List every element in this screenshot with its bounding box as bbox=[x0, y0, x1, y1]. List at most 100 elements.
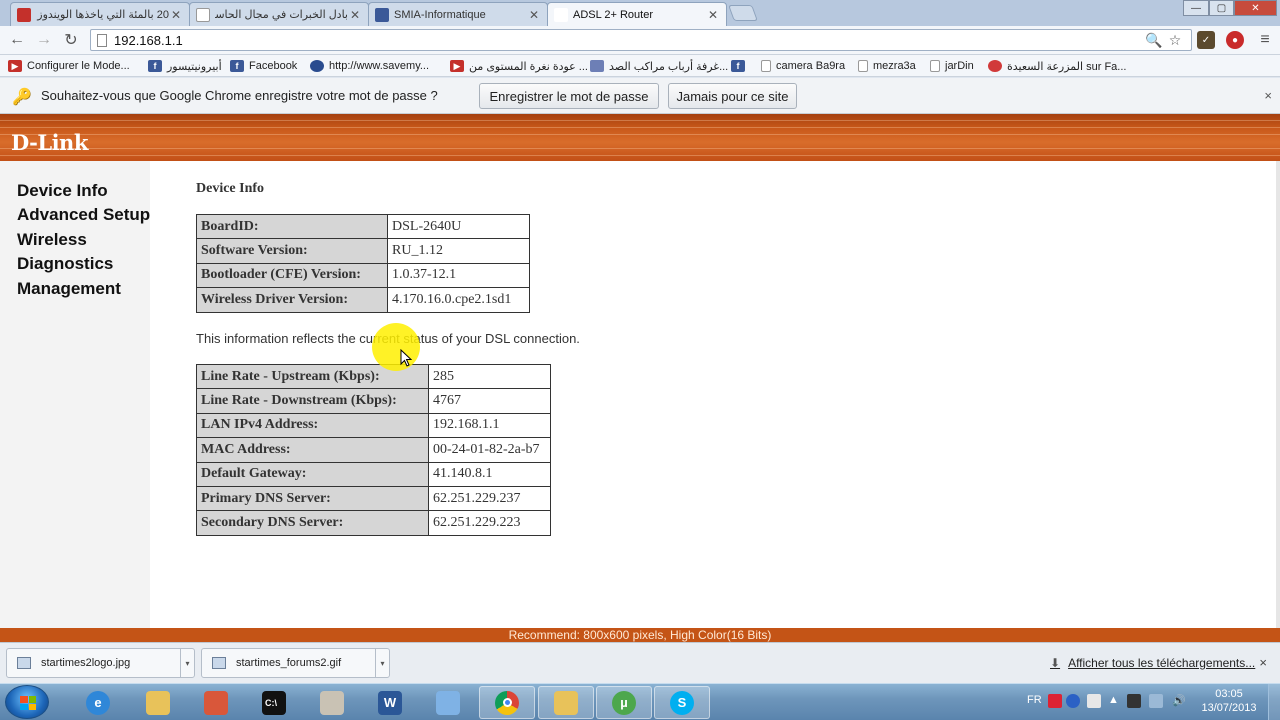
download-icon: ⬇ bbox=[1050, 656, 1061, 670]
nav-advanced-setup[interactable]: Advanced Setup bbox=[17, 205, 150, 225]
bookmark-item[interactable]: mezra3a bbox=[858, 58, 916, 74]
forward-button[interactable]: → bbox=[34, 30, 54, 50]
nav-management[interactable]: Management bbox=[17, 279, 121, 299]
language-indicator[interactable]: FR bbox=[1027, 694, 1042, 706]
tray-app-icon[interactable] bbox=[1127, 694, 1141, 708]
page-icon bbox=[761, 60, 771, 72]
bookmark-label: المزرعة السعيدة sur Fa... bbox=[1007, 60, 1127, 73]
taskbar-archive[interactable] bbox=[304, 686, 360, 719]
taskbar-media[interactable] bbox=[188, 686, 244, 719]
show-desktop-button[interactable] bbox=[1268, 684, 1280, 720]
bookmark-item[interactable]: ▶ Configurer le Mode... bbox=[8, 58, 130, 74]
table-row: BoardID: DSL-2640U bbox=[196, 213, 530, 240]
volume-icon[interactable]: 🔊 bbox=[1172, 694, 1186, 707]
address-text: 192.168.1.1 bbox=[114, 32, 183, 48]
folder-icon bbox=[146, 690, 170, 715]
bookmark-label: camera Ba9ra bbox=[776, 60, 846, 72]
taskbar-cmd[interactable]: C:\ bbox=[246, 686, 302, 719]
download-item[interactable]: startimes2logo.jpg ▾ bbox=[6, 648, 195, 678]
bookmark-item[interactable]: f أبيرونيتيسور bbox=[148, 58, 222, 74]
row-key: Wireless Driver Version: bbox=[196, 287, 388, 313]
clock-date: 13/07/2013 bbox=[1201, 702, 1257, 714]
start-button[interactable] bbox=[5, 685, 49, 719]
bookmark-star-icon[interactable]: ☆ bbox=[1167, 32, 1183, 48]
close-tab-icon[interactable]: ✕ bbox=[348, 8, 362, 22]
facebook-icon: f bbox=[230, 60, 244, 72]
close-icon[interactable]: × bbox=[1264, 88, 1272, 103]
back-button[interactable]: ← bbox=[7, 30, 27, 50]
taskbar-explorer[interactable] bbox=[538, 686, 594, 719]
extension-red-icon[interactable]: ● bbox=[1226, 31, 1244, 49]
close-icon[interactable]: × bbox=[1259, 655, 1267, 670]
infobar-message: Souhaitez-vous que Google Chrome enregis… bbox=[41, 88, 438, 103]
menu-icon[interactable]: ≡ bbox=[1257, 31, 1273, 48]
extension-icon[interactable]: ✓ bbox=[1197, 31, 1215, 49]
row-value: 4767 bbox=[428, 388, 551, 414]
cursor-highlight bbox=[372, 323, 420, 371]
taskbar-paint[interactable] bbox=[420, 686, 476, 719]
facebook-icon: f bbox=[731, 60, 745, 72]
mouse-cursor-icon bbox=[400, 349, 412, 367]
flag-icon[interactable] bbox=[1087, 694, 1101, 708]
new-tab-button[interactable] bbox=[728, 5, 758, 21]
bookmark-item[interactable]: ▶ عودة نغرة المستوى من ... bbox=[450, 58, 588, 74]
tab-1[interactable]: 20 بالمئة التي ياخذها الويندوز ✕ bbox=[10, 2, 190, 26]
nav-device-info[interactable]: Device Info bbox=[17, 181, 108, 201]
download-name: startimes_forums2.gif bbox=[236, 657, 342, 669]
row-value: DSL-2640U bbox=[387, 213, 530, 240]
maximize-button[interactable]: ▢ bbox=[1209, 0, 1234, 16]
download-item[interactable]: startimes_forums2.gif ▾ bbox=[201, 648, 390, 678]
bookmark-item[interactable]: f bbox=[731, 58, 750, 74]
taskbar-word[interactable]: W bbox=[362, 686, 418, 719]
bookmark-item[interactable]: http://www.savemy... bbox=[310, 58, 429, 74]
show-hidden-icons[interactable]: ▲ bbox=[1108, 694, 1119, 706]
shield-icon bbox=[310, 60, 324, 72]
close-tab-icon[interactable]: ✕ bbox=[169, 8, 183, 22]
tab-4-active[interactable]: ADSL 2+ Router ✕ bbox=[547, 2, 727, 26]
taskbar-skype[interactable]: S bbox=[654, 686, 710, 719]
page-scrollbar[interactable] bbox=[1276, 161, 1280, 642]
row-value: 192.168.1.1 bbox=[428, 412, 551, 439]
bookmark-item[interactable]: jarDin bbox=[930, 58, 974, 74]
image-file-icon bbox=[212, 657, 226, 669]
close-tab-icon[interactable]: ✕ bbox=[527, 8, 541, 22]
network-icon[interactable] bbox=[1149, 694, 1163, 708]
nav-diagnostics[interactable]: Diagnostics bbox=[17, 254, 113, 274]
bookmark-label: أبيرونيتيسور bbox=[167, 60, 222, 73]
minimize-button[interactable]: — bbox=[1183, 0, 1209, 16]
table-row: Primary DNS Server: 62.251.229.237 bbox=[196, 485, 551, 512]
taskbar-utorrent[interactable]: µ bbox=[596, 686, 652, 719]
tab-3[interactable]: SMIA-Informatique ✕ bbox=[368, 2, 548, 26]
keyboard-layout-icon[interactable] bbox=[1048, 694, 1062, 708]
bookmark-item[interactable]: غرفة أرباب مراكب الصد... bbox=[590, 58, 728, 74]
taskbar-clock[interactable]: 03:05 13/07/2013 bbox=[1196, 687, 1262, 715]
tab-title: SMIA-Informatique bbox=[394, 8, 486, 21]
never-for-site-button[interactable]: Jamais pour ce site bbox=[668, 83, 797, 109]
show-all-downloads-link[interactable]: ⬇ Afficher tous les téléchargements... bbox=[1050, 656, 1255, 670]
router-sidebar: Device Info Advanced Setup Wireless Diag… bbox=[0, 161, 150, 642]
taskbar-chrome[interactable] bbox=[479, 686, 535, 719]
tab-2[interactable]: بادل الخبرات في مجال الحاسب ✕ bbox=[189, 2, 369, 26]
chevron-down-icon[interactable]: ▾ bbox=[180, 649, 194, 677]
chevron-down-icon[interactable]: ▾ bbox=[375, 649, 389, 677]
zoom-icon[interactable]: 🔍 bbox=[1145, 32, 1162, 48]
nav-wireless[interactable]: Wireless bbox=[17, 230, 87, 250]
close-window-button[interactable]: ✕ bbox=[1234, 0, 1277, 16]
taskbar-internet-explorer[interactable]: e bbox=[70, 686, 126, 719]
taskbar-folder[interactable] bbox=[130, 686, 186, 719]
close-tab-icon[interactable]: ✕ bbox=[706, 8, 720, 22]
row-key: Secondary DNS Server: bbox=[196, 510, 429, 536]
row-value: 4.170.16.0.cpe2.1sd1 bbox=[387, 287, 530, 313]
save-password-button[interactable]: Enregistrer le mot de passe bbox=[479, 83, 659, 109]
help-icon[interactable] bbox=[1066, 694, 1080, 708]
farm-icon bbox=[988, 60, 1002, 72]
bookmark-item[interactable]: المزرعة السعيدة sur Fa... bbox=[988, 58, 1126, 74]
bookmark-item[interactable]: camera Ba9ra bbox=[761, 58, 845, 74]
bookmarks-bar: ▶ Configurer le Mode... f أبيرونيتيسور f Fa… bbox=[0, 55, 1280, 77]
dlink-banner: D-Link bbox=[0, 114, 1280, 161]
reload-button[interactable]: ↻ bbox=[61, 30, 81, 50]
bookmark-label: jarDin bbox=[945, 60, 974, 72]
bookmark-item[interactable]: f Facebook bbox=[230, 58, 297, 74]
image-file-icon bbox=[17, 657, 31, 669]
address-bar[interactable]: 192.168.1.1 bbox=[90, 29, 1192, 51]
